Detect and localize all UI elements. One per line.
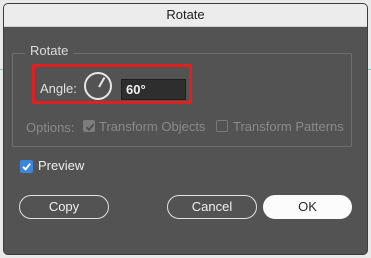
copy-button[interactable]: Copy (19, 195, 109, 219)
checkmark-icon (22, 163, 31, 171)
dialog-title: Rotate (4, 4, 367, 27)
checkmark-icon (85, 123, 95, 132)
preview-checkbox[interactable] (20, 160, 33, 173)
ok-button[interactable]: OK (263, 195, 352, 219)
transform-patterns-checkbox[interactable] (216, 120, 228, 132)
annotation-highlight-box (32, 64, 192, 104)
cancel-button[interactable]: Cancel (167, 195, 257, 219)
transform-objects-checkbox[interactable] (83, 120, 95, 132)
rotate-group-title: Rotate (25, 43, 74, 58)
transform-patterns-label: Transform Patterns (233, 119, 344, 134)
options-label: Options: (26, 120, 75, 135)
preview-label: Preview (38, 158, 85, 173)
transform-objects-label: Transform Objects (99, 119, 206, 134)
